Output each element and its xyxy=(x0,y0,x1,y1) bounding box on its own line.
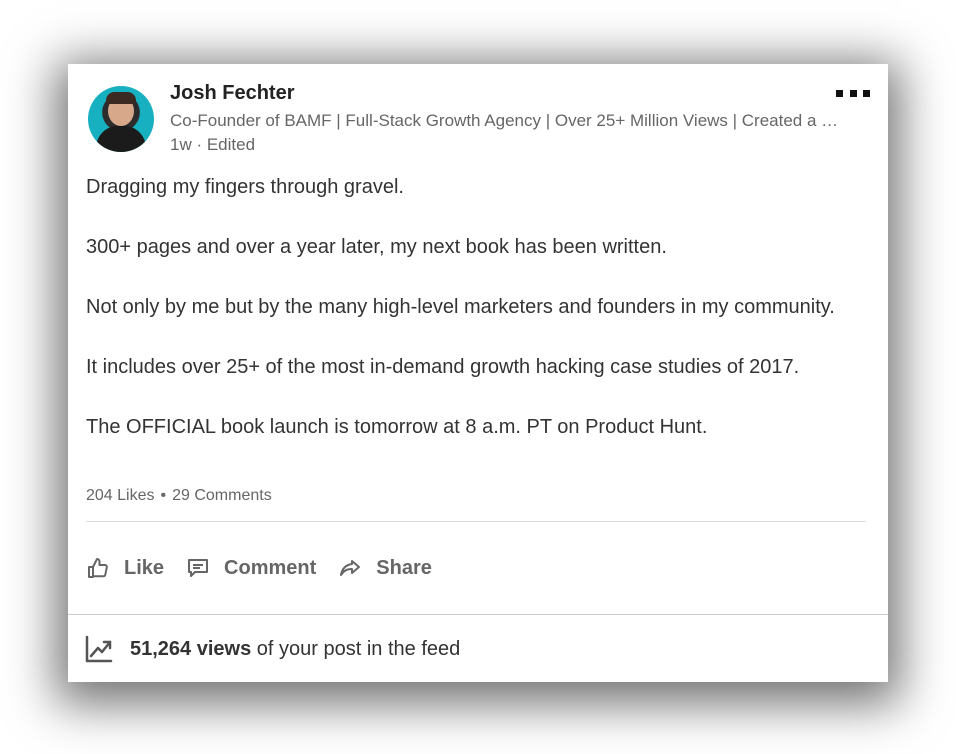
trend-chart-icon xyxy=(85,635,113,663)
post-meta: 1w · Edited xyxy=(170,135,256,154)
avatar-hair xyxy=(106,92,136,104)
comment-label: Comment xyxy=(224,556,317,579)
action-bar: Like Comment Share xyxy=(86,552,454,584)
avatar-shirt xyxy=(96,126,146,152)
more-icon xyxy=(836,89,843,97)
share-arrow-icon xyxy=(340,560,361,576)
stats-separator: • xyxy=(160,487,167,504)
views-summary: 51,264 views of your post in the feed xyxy=(130,638,460,661)
post-card-container: Josh Fechter Co-Founder of BAMF | Full-S… xyxy=(68,64,888,682)
share-button[interactable]: Share xyxy=(338,556,432,580)
thumbs-up-icon xyxy=(88,558,108,578)
likes-count[interactable]: 204 Likes xyxy=(86,487,155,504)
more-options-button[interactable] xyxy=(836,86,870,100)
author-headline: Co-Founder of BAMF | Full-Stack Growth A… xyxy=(170,111,839,130)
post-paragraph: 300+ pages and over a year later, my nex… xyxy=(86,236,667,258)
post-paragraph: Not only by me but by the many high-leve… xyxy=(86,296,835,318)
avatar[interactable] xyxy=(88,86,154,152)
post-paragraph: It includes over 25+ of the most in-dema… xyxy=(86,356,800,378)
share-label: Share xyxy=(376,556,432,579)
like-label: Like xyxy=(124,556,165,579)
post-paragraph: The OFFICIAL book launch is tomorrow at … xyxy=(86,416,708,438)
views-count: 51,264 views xyxy=(130,637,252,660)
comment-icon xyxy=(188,559,209,577)
comment-button[interactable]: Comment xyxy=(186,556,316,580)
post-card: Josh Fechter Co-Founder of BAMF | Full-S… xyxy=(68,64,888,682)
post-stats: 204 Likes • 29 Comments xyxy=(86,487,272,505)
like-button[interactable]: Like xyxy=(86,556,164,580)
comments-count[interactable]: 29 Comments xyxy=(172,487,272,504)
author-name[interactable]: Josh Fechter xyxy=(170,82,294,105)
views-text: of your post in the feed xyxy=(251,637,461,660)
more-icon xyxy=(849,89,857,97)
more-icon xyxy=(863,89,870,97)
post-paragraph: Dragging my fingers through gravel. xyxy=(86,176,404,198)
divider xyxy=(86,521,866,522)
views-footer[interactable]: 51,264 views of your post in the feed xyxy=(68,614,888,682)
post-body: Dragging my fingers through gravel. 300+… xyxy=(86,172,866,442)
